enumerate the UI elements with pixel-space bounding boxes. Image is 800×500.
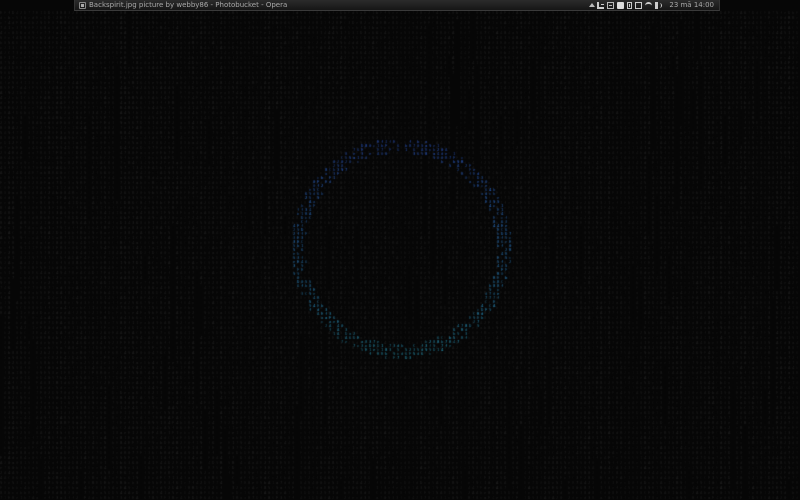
window-icon: [79, 1, 86, 9]
desktop-wallpaper: Backspirit.jpg picture by webby86 - Phot…: [0, 0, 800, 500]
clock[interactable]: 23 mā 14:00: [669, 1, 714, 9]
volume-icon[interactable]: [655, 1, 663, 9]
glowing-ring-graphic: [0, 0, 800, 500]
network-icon[interactable]: [597, 1, 605, 9]
top-panel: Backspirit.jpg picture by webby86 - Phot…: [74, 0, 720, 11]
window-title: Backspirit.jpg picture by webby86 - Phot…: [89, 1, 288, 9]
wifi-icon[interactable]: [645, 1, 653, 9]
updates-icon[interactable]: [589, 3, 596, 7]
battery-icon[interactable]: [627, 1, 633, 9]
messages-icon[interactable]: [617, 1, 625, 9]
display-icon[interactable]: [635, 1, 643, 9]
taskbar-window-button[interactable]: Backspirit.jpg picture by webby86 - Phot…: [75, 0, 291, 11]
keyboard-icon[interactable]: [607, 1, 615, 9]
system-tray: 23 mā 14:00: [589, 0, 719, 11]
